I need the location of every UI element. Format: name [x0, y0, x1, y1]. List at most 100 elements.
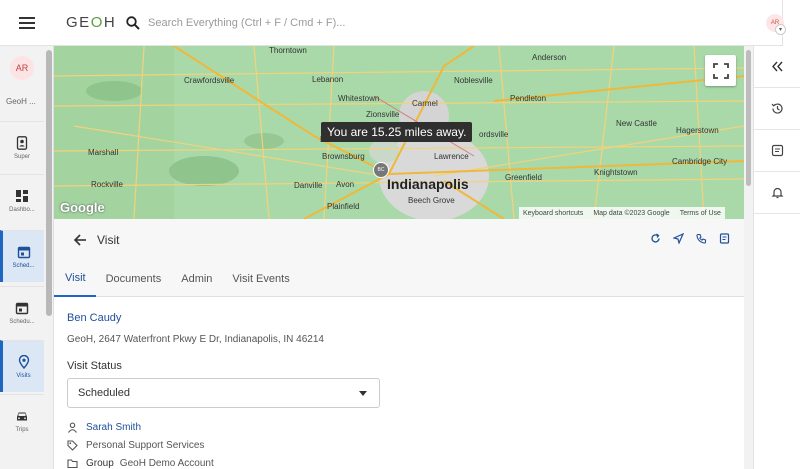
notes-icon[interactable] — [719, 233, 730, 244]
terms-link[interactable]: Terms of Use — [680, 210, 721, 217]
keyboard-shortcuts-link[interactable]: Keyboard shortcuts — [523, 210, 583, 217]
map-place-label: Thorntown — [269, 46, 307, 55]
content-scrollbar[interactable] — [744, 46, 753, 469]
sidebar-avatar[interactable]: AR — [10, 56, 34, 80]
sidebar-item-label: Dashbo... — [9, 206, 35, 213]
tab-visit-events[interactable]: Visit Events — [222, 261, 299, 297]
bell-icon — [771, 187, 783, 199]
sidebar-item-label: Schedu... — [9, 318, 35, 325]
map-place-label: Danville — [294, 181, 323, 190]
hamburger-icon — [19, 16, 35, 29]
fullscreen-button[interactable] — [705, 55, 736, 86]
car-icon — [17, 412, 27, 420]
map-view[interactable]: Thorntown Anderson Crawfordsville Lebano… — [54, 46, 744, 219]
sidebar-scrollbar[interactable] — [45, 46, 53, 469]
sidebar-item-dashboard[interactable]: Dashbo... — [0, 174, 44, 226]
tag-icon — [67, 440, 78, 451]
search-bar[interactable] — [126, 15, 378, 30]
map-place-label: Hagerstown — [676, 126, 719, 135]
map-place-label: Zionsville — [366, 110, 400, 119]
map-place-label: ordsville — [479, 130, 509, 139]
visit-location-marker[interactable]: BC — [373, 162, 389, 178]
map-place-label: Plainfield — [327, 202, 360, 211]
map-place-label: Knightstown — [594, 168, 638, 177]
org-name[interactable]: GeoH ... — [6, 97, 36, 106]
map-place-label: Carmel — [412, 99, 438, 108]
visit-status-value: Scheduled — [78, 387, 130, 399]
collapse-panel-button[interactable] — [754, 46, 800, 88]
history-icon — [771, 103, 783, 114]
map-place-label: Avon — [336, 180, 355, 189]
sidebar-item-visits[interactable]: Visits — [0, 340, 44, 392]
top-bar: GEOH — [0, 0, 782, 46]
sidebar-item-super[interactable]: Super — [0, 121, 44, 173]
map-place-label: Lebanon — [312, 75, 344, 84]
map-place-label: Whitestown — [338, 94, 380, 103]
content-scroll-thumb[interactable] — [746, 50, 751, 186]
search-icon — [126, 15, 140, 30]
back-arrow-icon[interactable] — [73, 233, 87, 247]
group-label: Group — [86, 458, 114, 469]
caregiver-row: Sarah Smith — [67, 422, 141, 433]
sidebar-item-label: Super — [13, 153, 30, 160]
double-chevron-left-icon — [771, 61, 783, 72]
service-name: Personal Support Services — [86, 440, 205, 451]
visit-status-label: Visit Status — [67, 360, 122, 372]
visit-info-card: Ben Caudy GeoH, 2647 Waterfront Pkwy E D… — [54, 297, 744, 469]
detail-header: Visit — [54, 219, 744, 261]
app-logo[interactable]: GEOH — [66, 14, 122, 31]
map-place-label: Beech Grove — [408, 196, 455, 205]
map-attribution: Keyboard shortcuts Map data ©2023 Google… — [519, 207, 725, 219]
search-input[interactable] — [148, 16, 378, 29]
map-place-label: Marshall — [88, 148, 119, 157]
fullscreen-icon — [712, 62, 729, 79]
client-name-link[interactable]: Ben Caudy — [67, 312, 121, 324]
visit-detail-panel: Visit Visit Documents Admin Visit Events — [54, 219, 744, 469]
google-logo[interactable]: Google — [60, 200, 105, 215]
sidebar-item-label: Sched... — [12, 262, 35, 269]
refresh-icon[interactable] — [650, 233, 661, 244]
sidebar-scroll-thumb[interactable] — [46, 50, 52, 316]
person-icon — [68, 422, 77, 433]
map-place-label: Crawfordsville — [184, 76, 235, 85]
tab-documents[interactable]: Documents — [96, 261, 172, 297]
visit-tabs: Visit Documents Admin Visit Events — [54, 261, 744, 297]
map-place-label: Rockville — [91, 180, 124, 189]
sidebar-item-scheduler[interactable]: Schedu... — [0, 286, 44, 338]
phone-icon[interactable] — [696, 233, 707, 244]
caregiver-link[interactable]: Sarah Smith — [86, 422, 141, 433]
calendar-icon — [17, 246, 30, 258]
map-place-label: Brownsburg — [322, 152, 365, 161]
sidebar-item-label: Visits — [16, 372, 31, 379]
client-address: GeoH, 2647 Waterfront Pkwy E Dr, Indiana… — [67, 334, 324, 345]
message-icon — [771, 144, 783, 157]
visit-status-select[interactable]: Scheduled — [67, 378, 380, 408]
header-actions — [650, 233, 730, 244]
map-place-label: New Castle — [616, 119, 657, 128]
tab-visit[interactable]: Visit — [54, 261, 96, 297]
group-value: GeoH Demo Account — [119, 458, 214, 469]
navigate-icon[interactable] — [673, 233, 684, 244]
tab-admin[interactable]: Admin — [171, 261, 222, 297]
right-panel — [753, 46, 800, 469]
service-row: Personal Support Services — [67, 440, 204, 451]
distance-tooltip: You are 15.25 miles away. — [321, 122, 473, 142]
dropdown-caret-icon — [359, 391, 367, 396]
menu-button[interactable] — [0, 0, 54, 46]
person-badge-icon — [16, 135, 28, 150]
user-menu-caret-icon[interactable]: ▾ — [775, 24, 786, 35]
map-place-label: Pendleton — [510, 94, 547, 103]
map-data-label: Map data ©2023 Google — [593, 209, 670, 217]
history-button[interactable] — [754, 88, 800, 130]
sidebar-item-label: Trips — [15, 426, 29, 433]
notes-button[interactable] — [754, 130, 800, 172]
map-place-label: Cambridge City — [672, 157, 728, 166]
map-place-label: Noblesville — [454, 76, 493, 85]
map-city-label: Indianapolis — [387, 176, 469, 192]
page-title: Visit — [97, 233, 120, 247]
dashboard-icon — [16, 189, 28, 202]
notifications-button[interactable] — [754, 172, 800, 214]
sidebar-item-trips[interactable]: Trips — [0, 394, 44, 446]
sidebar-item-schedule[interactable]: Sched... — [0, 230, 44, 282]
map-place-label: Greenfield — [505, 173, 542, 182]
